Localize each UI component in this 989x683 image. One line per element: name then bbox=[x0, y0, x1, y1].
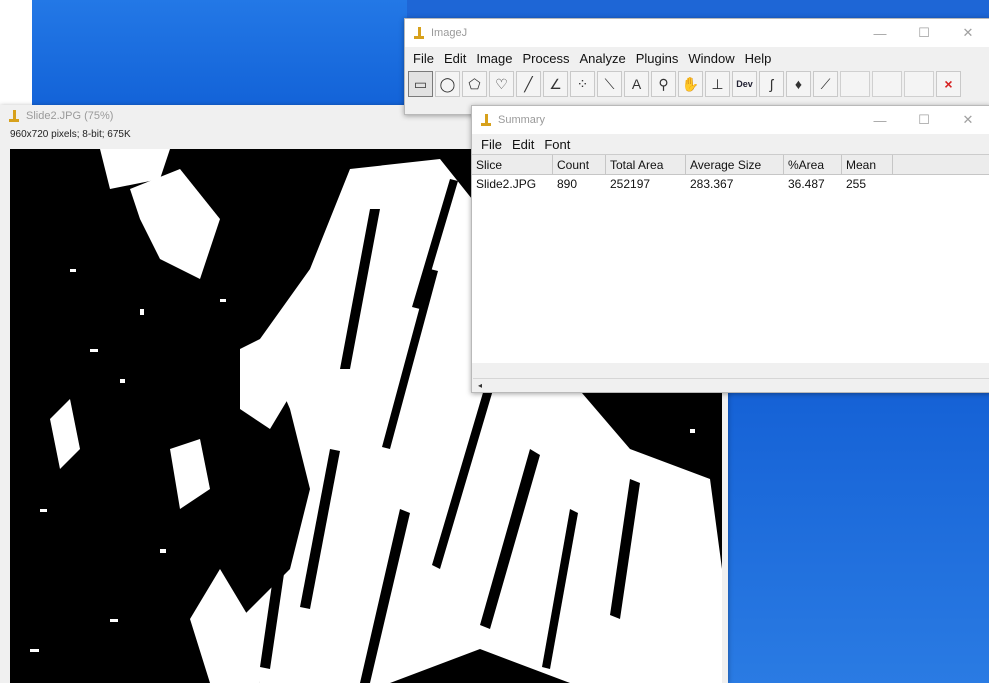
cell-percent-area: 36.487 bbox=[788, 177, 825, 191]
summary-menubar: File Edit Font bbox=[472, 134, 989, 154]
column-header-average-size[interactable]: Average Size bbox=[686, 155, 784, 174]
angle-tool-icon[interactable]: ∠ bbox=[543, 71, 568, 97]
menu-window[interactable]: Window bbox=[683, 51, 739, 66]
pencil-tool-icon[interactable]: ⟋ bbox=[813, 71, 838, 97]
menu-process[interactable]: Process bbox=[518, 51, 575, 66]
switch-toolset-icon[interactable]: × bbox=[936, 71, 961, 97]
brush-tool-icon[interactable]: ʃ bbox=[759, 71, 784, 97]
cell-average-size: 283.367 bbox=[690, 177, 734, 191]
imagej-app-icon bbox=[8, 109, 20, 123]
imagej-app-icon bbox=[480, 113, 492, 127]
menu-plugins[interactable]: Plugins bbox=[631, 51, 684, 66]
text-tool-icon[interactable]: A bbox=[624, 71, 649, 97]
empty-tool-slot[interactable] bbox=[904, 71, 934, 97]
summary-title: Summary bbox=[498, 114, 546, 126]
scroll-left-icon[interactable]: ◂ bbox=[473, 381, 487, 390]
cell-mean: 255 bbox=[846, 177, 867, 191]
imagej-titlebar[interactable]: ImageJ — ☐ ✕ bbox=[405, 19, 989, 47]
rectangle-tool-icon[interactable]: ▭ bbox=[408, 71, 433, 97]
imagej-app-icon bbox=[413, 26, 425, 40]
menu-edit[interactable]: Edit bbox=[439, 51, 471, 66]
imagej-menubar: File Edit Image Process Analyze Plugins … bbox=[405, 47, 989, 69]
column-header-slice[interactable]: Slice bbox=[472, 155, 553, 174]
summary-titlebar[interactable]: Summary — ☐ ✕ bbox=[472, 106, 989, 134]
maximize-icon[interactable]: ☐ bbox=[902, 106, 946, 134]
image-window-title: Slide2.JPG (75%) bbox=[26, 110, 114, 122]
cell-slice: Slide2.JPG bbox=[476, 177, 537, 191]
menu-file[interactable]: File bbox=[408, 51, 439, 66]
column-header-percent-area[interactable]: %Area bbox=[784, 155, 842, 174]
oval-tool-icon[interactable]: ◯ bbox=[435, 71, 460, 97]
table-header: Slice Count Total Area Average Size %Are… bbox=[472, 155, 989, 175]
freehand-tool-icon[interactable]: ♡ bbox=[489, 71, 514, 97]
minimize-icon[interactable]: — bbox=[858, 19, 902, 47]
column-header-total-area[interactable]: Total Area bbox=[606, 155, 686, 174]
table-row[interactable]: Slide2.JPG 890 252197 283.367 36.487 255 bbox=[472, 175, 989, 193]
maximize-icon[interactable]: ☐ bbox=[902, 19, 946, 47]
menu-image[interactable]: Image bbox=[471, 51, 517, 66]
menu-help[interactable]: Help bbox=[740, 51, 777, 66]
summary-window[interactable]: Summary — ☐ ✕ File Edit Font Slice Count… bbox=[471, 105, 989, 393]
menu-analyze[interactable]: Analyze bbox=[574, 51, 630, 66]
flood-fill-tool-icon[interactable]: ♦ bbox=[786, 71, 811, 97]
summary-menu-file[interactable]: File bbox=[476, 137, 507, 152]
imagej-title: ImageJ bbox=[431, 27, 468, 39]
polygon-tool-icon[interactable]: ⬠ bbox=[462, 71, 487, 97]
cell-total-area: 252197 bbox=[610, 177, 651, 191]
summary-menu-font[interactable]: Font bbox=[539, 137, 575, 152]
imagej-toolbar: ▭ ◯ ⬠ ♡ ╱ ∠ ⁘ ⟍ A ⚲ ✋ ⊥ Dev ʃ ♦ ⟋ × bbox=[405, 69, 989, 99]
line-tool-icon[interactable]: ╱ bbox=[516, 71, 541, 97]
dev-tool-icon[interactable]: Dev bbox=[732, 71, 757, 97]
close-icon[interactable]: ✕ bbox=[946, 106, 989, 134]
cell-count: 890 bbox=[557, 177, 578, 191]
hand-tool-icon[interactable]: ✋ bbox=[678, 71, 703, 97]
summary-table[interactable]: Slice Count Total Area Average Size %Are… bbox=[472, 154, 989, 363]
desktop-background-top bbox=[32, 0, 407, 105]
column-header-count[interactable]: Count bbox=[553, 155, 606, 174]
horizontal-scrollbar[interactable]: ◂ bbox=[473, 378, 989, 391]
empty-tool-slot[interactable] bbox=[840, 71, 870, 97]
column-header-mean[interactable]: Mean bbox=[842, 155, 893, 174]
dropper-tool-icon[interactable]: ⊥ bbox=[705, 71, 730, 97]
close-icon[interactable]: ✕ bbox=[946, 19, 989, 47]
wand-tool-icon[interactable]: ⟍ bbox=[597, 71, 622, 97]
magnifier-tool-icon[interactable]: ⚲ bbox=[651, 71, 676, 97]
minimize-icon[interactable]: — bbox=[858, 106, 902, 134]
summary-menu-edit[interactable]: Edit bbox=[507, 137, 539, 152]
empty-tool-slot[interactable] bbox=[872, 71, 902, 97]
point-tool-icon[interactable]: ⁘ bbox=[570, 71, 595, 97]
imagej-main-window[interactable]: ImageJ — ☐ ✕ File Edit Image Process Ana… bbox=[404, 18, 989, 115]
